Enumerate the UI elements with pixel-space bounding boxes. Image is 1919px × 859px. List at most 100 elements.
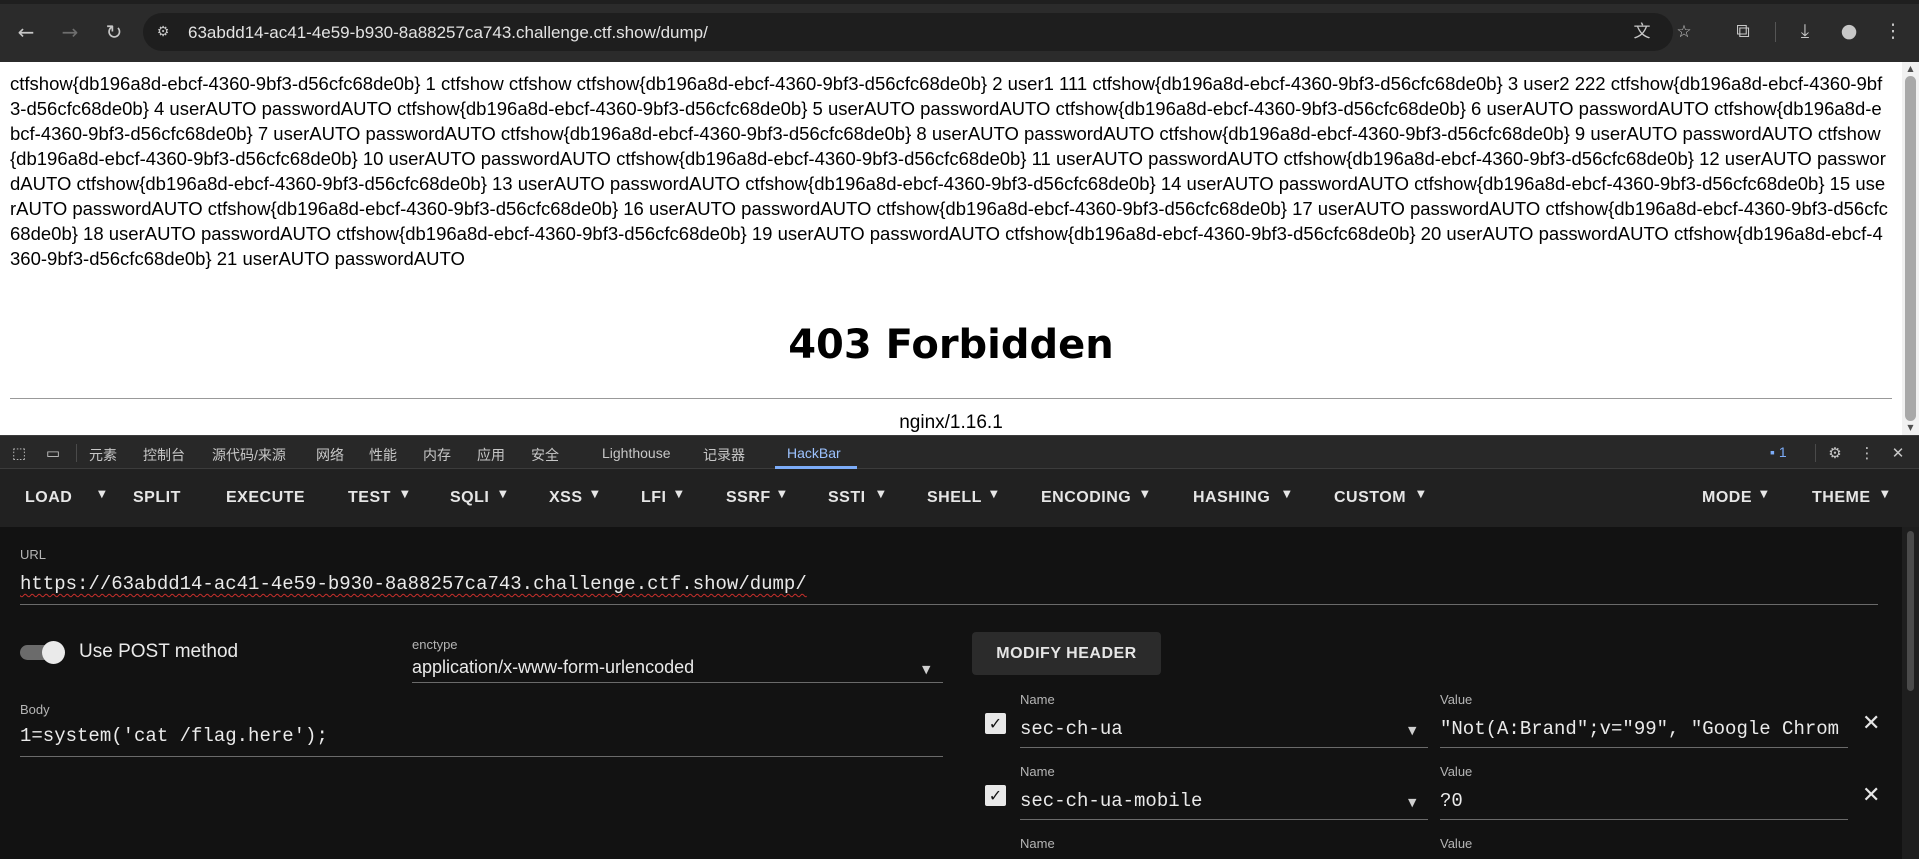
sqli-menu[interactable]: SQLI bbox=[450, 489, 489, 507]
hashing-caret-icon: ▼ bbox=[1283, 489, 1291, 500]
header-name-select[interactable]: sec-ch-ua bbox=[1020, 718, 1123, 740]
header-name-underline bbox=[1020, 819, 1428, 820]
back-icon[interactable]: ← bbox=[12, 18, 40, 46]
tab-strip bbox=[0, 0, 1919, 4]
profile-icon[interactable]: ● bbox=[1836, 18, 1862, 44]
modify-header-button[interactable]: MODIFY HEADER bbox=[972, 632, 1161, 675]
header-name-caret-icon[interactable]: ▼ bbox=[1408, 724, 1416, 737]
translate-icon[interactable]: 文 bbox=[1631, 21, 1653, 43]
enctype-underline bbox=[412, 682, 943, 683]
split-button[interactable]: SPLIT bbox=[133, 489, 181, 507]
address-bar[interactable]: ⚙ 63abdd14-ac41-4e59-b930-8a88257ca743.c… bbox=[143, 13, 1692, 51]
page-title: 403 Forbidden bbox=[788, 322, 1114, 368]
tab-divider bbox=[1815, 444, 1816, 462]
url-input[interactable]: https://63abdd14-ac41-4e59-b930-8a88257c… bbox=[20, 573, 807, 595]
remove-header-icon[interactable]: ✕ bbox=[1862, 711, 1880, 736]
issues-count: 1 bbox=[1778, 444, 1787, 460]
star-icon[interactable]: ☆ bbox=[1673, 21, 1695, 43]
tab-security[interactable]: 安全 bbox=[531, 445, 559, 465]
menu-icon[interactable]: ⋮ bbox=[1880, 18, 1906, 44]
mode-menu[interactable]: MODE bbox=[1702, 489, 1752, 507]
close-devtools-icon[interactable]: ✕ bbox=[1888, 443, 1908, 463]
ssti-menu[interactable]: SSTI bbox=[828, 489, 866, 507]
header-value-input[interactable]: "Not(A:Brand";v="99", "Google Chrom bbox=[1440, 718, 1848, 740]
header-value-label: Value bbox=[1440, 764, 1473, 779]
xss-menu[interactable]: XSS bbox=[549, 489, 583, 507]
header-name-label: Name bbox=[1020, 836, 1055, 851]
forward-icon[interactable]: → bbox=[56, 18, 84, 46]
device-toolbar-icon[interactable]: ▭ bbox=[43, 443, 63, 463]
issues-icon: ▪ bbox=[1770, 444, 1775, 460]
shell-caret-icon: ▼ bbox=[990, 489, 998, 500]
tab-hackbar[interactable]: HackBar bbox=[787, 445, 841, 461]
tab-performance[interactable]: 性能 bbox=[369, 445, 397, 465]
dump-output: ctfshow{db196a8d-ebcf-4360-9bf3-d56cfc68… bbox=[10, 73, 1888, 269]
extensions-icon[interactable]: ⧉ bbox=[1730, 18, 1756, 44]
ssti-caret-icon: ▼ bbox=[877, 489, 885, 500]
lfi-caret-icon: ▼ bbox=[675, 489, 683, 500]
header-name-label: Name bbox=[1020, 692, 1055, 707]
encoding-menu[interactable]: ENCODING bbox=[1041, 489, 1131, 507]
download-icon[interactable]: ⤓ bbox=[1792, 18, 1818, 44]
tab-network[interactable]: 网络 bbox=[316, 445, 344, 465]
header-enabled-checkbox[interactable]: ✓ bbox=[985, 713, 1006, 734]
scroll-up-icon[interactable]: ▲ bbox=[1902, 62, 1919, 76]
tab-memory[interactable]: 内存 bbox=[423, 445, 451, 465]
issues-badge[interactable]: ▪ 1 bbox=[1770, 444, 1787, 460]
body-label: Body bbox=[20, 702, 50, 717]
lfi-menu[interactable]: LFI bbox=[641, 489, 667, 507]
load-button[interactable]: LOAD bbox=[25, 489, 72, 507]
theme-menu[interactable]: THEME bbox=[1812, 489, 1871, 507]
post-method-label: Use POST method bbox=[79, 641, 239, 662]
custom-caret-icon: ▼ bbox=[1417, 489, 1425, 500]
settings-icon[interactable]: ⚙ bbox=[1825, 443, 1845, 463]
body-input[interactable]: 1=system('cat /flag.here'); bbox=[20, 725, 328, 747]
hackbar-toolbar: LOAD ▼ SPLIT EXECUTE TEST ▼ SQLI ▼ XSS ▼… bbox=[0, 469, 1919, 527]
tab-divider bbox=[76, 444, 77, 462]
ssrf-menu[interactable]: SSRF bbox=[726, 489, 771, 507]
tab-lighthouse[interactable]: Lighthouse bbox=[602, 445, 671, 461]
more-options-icon[interactable]: ⋮ bbox=[1857, 443, 1877, 463]
hackbar-scrollbar[interactable] bbox=[1902, 527, 1919, 859]
tab-recorder[interactable]: 记录器 bbox=[703, 445, 745, 465]
site-info-icon[interactable]: ⚙ bbox=[153, 22, 173, 42]
header-value-label: Value bbox=[1440, 692, 1473, 707]
tab-sources[interactable]: 源代码/来源 bbox=[212, 445, 286, 465]
enctype-select[interactable]: application/x-www-form-urlencoded bbox=[412, 657, 694, 678]
hackbar-panel: URL https://63abdd14-ac41-4e59-b930-8a88… bbox=[0, 527, 1902, 859]
custom-menu[interactable]: CUSTOM bbox=[1334, 489, 1406, 507]
remove-header-icon[interactable]: ✕ bbox=[1862, 783, 1880, 808]
scrollbar-thumb[interactable] bbox=[1905, 76, 1916, 421]
header-name-select[interactable]: sec-ch-ua-mobile bbox=[1020, 790, 1202, 812]
scrollbar-thumb[interactable] bbox=[1907, 531, 1914, 691]
body-underline bbox=[20, 756, 943, 757]
header-name-underline bbox=[1020, 747, 1428, 748]
divider bbox=[10, 398, 1892, 399]
test-menu[interactable]: TEST bbox=[348, 489, 391, 507]
header-name-caret-icon[interactable]: ▼ bbox=[1408, 796, 1416, 809]
tab-application[interactable]: 应用 bbox=[477, 445, 505, 465]
tab-console[interactable]: 控制台 bbox=[143, 445, 185, 465]
execute-button[interactable]: EXECUTE bbox=[226, 489, 305, 507]
header-value-input[interactable]: ?0 bbox=[1440, 790, 1848, 812]
header-value-underline bbox=[1440, 819, 1848, 820]
enctype-caret-icon[interactable]: ▼ bbox=[922, 663, 930, 676]
devtools-tabbar: ⬚ ▭ 元素 控制台 源代码/来源 网络 性能 内存 应用 安全 Lightho… bbox=[0, 435, 1919, 469]
page-scrollbar[interactable]: ▲ ▼ bbox=[1902, 62, 1919, 435]
tab-elements[interactable]: 元素 bbox=[89, 445, 117, 465]
header-enabled-checkbox[interactable]: ✓ bbox=[985, 785, 1006, 806]
header-value-label: Value bbox=[1440, 836, 1473, 851]
sqli-caret-icon: ▼ bbox=[499, 489, 507, 500]
scroll-down-icon[interactable]: ▼ bbox=[1902, 421, 1919, 435]
inspect-icon[interactable]: ⬚ bbox=[9, 443, 29, 463]
post-method-toggle[interactable] bbox=[20, 641, 66, 664]
header-name-label: Name bbox=[1020, 764, 1055, 779]
header-value-underline bbox=[1440, 747, 1848, 748]
encoding-caret-icon: ▼ bbox=[1141, 489, 1149, 500]
reload-icon[interactable]: ↻ bbox=[100, 18, 128, 46]
hashing-menu[interactable]: HASHING bbox=[1193, 489, 1270, 507]
load-dropdown-icon[interactable]: ▼ bbox=[98, 489, 106, 500]
address-url[interactable]: 63abdd14-ac41-4e59-b930-8a88257ca743.cha… bbox=[188, 23, 708, 43]
theme-caret-icon: ▼ bbox=[1881, 489, 1889, 500]
shell-menu[interactable]: SHELL bbox=[927, 489, 982, 507]
